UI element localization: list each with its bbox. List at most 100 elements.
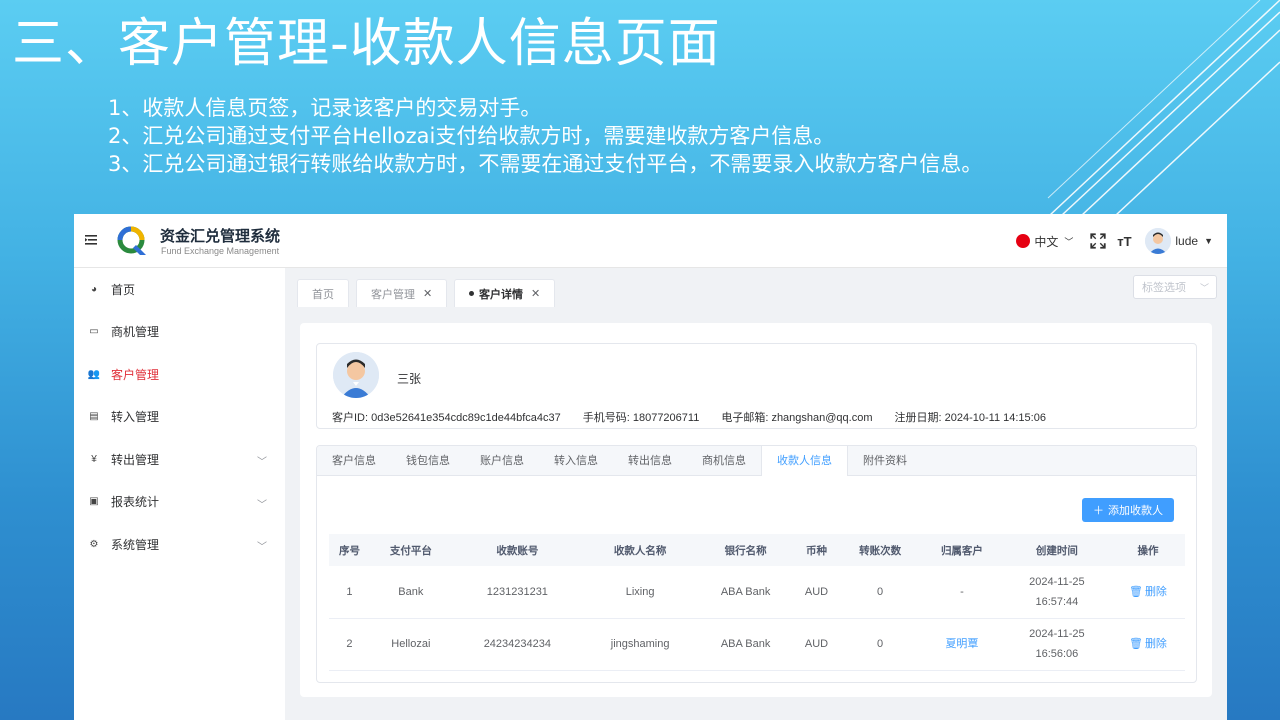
app-window: 资金汇兑管理系统 Fund Exchange Management 中文 ﹀ т… (74, 214, 1227, 720)
slide-bullet-list: 1、收款人信息页签，记录该客户的交易对手。 2、汇兑公司通过支付平台Helloz… (108, 94, 982, 178)
top-right-tools: 中文 ﹀ тT lude ▼ (1016, 214, 1213, 268)
username: lude (1175, 234, 1199, 248)
column-header: 转账次数 (839, 534, 922, 566)
cell-platform: Hellozai (369, 618, 452, 671)
main-content: 三张 客户ID: 0d3e52641e354cdc89c1de44bfca4c3… (300, 323, 1212, 697)
cell-action: 🗑 删除 (1110, 566, 1185, 619)
close-icon[interactable]: ✕ (531, 287, 540, 300)
tab-home[interactable]: 首页 (297, 279, 349, 307)
cell-count: 0 (839, 566, 922, 619)
tab-transfer-out-info[interactable]: 转出信息 (613, 446, 687, 475)
chevron-down-icon: ﹀ (1199, 283, 1209, 293)
customer-detail-tabs-panel: 客户信息 钱包信息 账户信息 转入信息 转出信息 商机信息 收款人信息 附件资料… (316, 445, 1197, 683)
language-switcher[interactable]: 中文 ﹀ (1016, 233, 1073, 250)
customer-id: 客户ID: 0d3e52641e354cdc89c1de44bfca4c37 (332, 412, 561, 424)
tab-customer-detail[interactable]: 客户详情 ✕ (454, 279, 556, 307)
avatar (333, 352, 379, 398)
cell-no: 1 (329, 566, 370, 619)
tab-wallet-info[interactable]: 钱包信息 (391, 446, 465, 475)
files-icon: ▤ (89, 411, 99, 423)
slide-bullet: 2、汇兑公司通过支付平台Hellozai支付给收款方时，需要建收款方客户信息。 (108, 124, 835, 148)
sidebar-item-home[interactable]: ◕ 首页 (74, 268, 285, 311)
cell-bank: ABA Bank (697, 566, 794, 619)
column-header: 序号 (329, 534, 370, 566)
cell-platform: Bank (369, 566, 452, 619)
cell-currency: AUD (793, 566, 840, 619)
font-size-icon[interactable]: тT (1115, 232, 1133, 250)
decorative-lines (1047, 0, 1280, 215)
column-header: 银行名称 (697, 534, 794, 566)
cell-owner: 夏明覃 (921, 618, 1003, 671)
monitor-icon: ▣ (89, 496, 99, 508)
sidebar-item-label: 系统管理 (111, 537, 160, 552)
table-header-row: 序号 支付平台 收款账号 收款人名称 银行名称 币种 转账次数 归属客户 创建时… (329, 534, 1185, 566)
detail-tabs: 客户信息 钱包信息 账户信息 转入信息 转出信息 商机信息 收款人信息 附件资料 (317, 446, 1196, 476)
caret-down-icon: ▼ (1204, 236, 1213, 246)
created-time: 16:56:06 (1035, 648, 1079, 660)
language-label: 中文 (1034, 234, 1059, 249)
column-header: 归属客户 (921, 534, 1003, 566)
cell-payee: jingshaming (582, 618, 698, 671)
tab-label: 客户管理 (371, 288, 415, 301)
customer-meta: 客户ID: 0d3e52641e354cdc89c1de44bfca4c37 手… (332, 409, 1046, 425)
tab-opportunity-info[interactable]: 商机信息 (687, 446, 761, 475)
sidebar-item-label: 报表统计 (111, 495, 160, 510)
book-icon: ▭ (89, 326, 99, 338)
cell-owner: - (921, 566, 1003, 619)
tab-customer-management[interactable]: 客户管理 ✕ (356, 279, 448, 307)
tab-transfer-in-info[interactable]: 转入信息 (539, 446, 613, 475)
delete-label: 删除 (1144, 585, 1167, 598)
avatar (1145, 228, 1172, 254)
gear-icon: ⚙ (89, 538, 99, 550)
page-tabs-bar: 首页 客户管理 ✕ 客户详情 ✕ 标签选项 ﹀ (285, 268, 1227, 310)
china-flag-icon (1016, 234, 1031, 248)
select-placeholder: 标签选项 (1142, 282, 1186, 294)
customer-phone: 手机号码: 18077206711 (582, 412, 700, 424)
tab-account-info[interactable]: 账户信息 (465, 446, 539, 475)
customer-email: 电子邮箱: zhangshan@qq.com (721, 412, 873, 424)
user-menu[interactable]: lude ▼ (1141, 228, 1213, 254)
sidebar-item-label: 商机管理 (111, 325, 160, 340)
cell-bank: ABA Bank (697, 618, 794, 671)
dashboard-icon: ◕ (90, 283, 98, 295)
sidebar-item-transfer-out[interactable]: ¥ 转出管理 ﹀ (74, 438, 285, 481)
created-date: 2024-11-25 (1029, 628, 1085, 640)
tag-options-select[interactable]: 标签选项 ﹀ (1133, 275, 1217, 299)
add-payee-button[interactable]: ＋ 添加收款人 (1082, 498, 1174, 522)
sidebar-item-customer[interactable]: 👥 客户管理 (74, 353, 285, 396)
owner-customer-link[interactable]: 夏明覃 (945, 638, 978, 650)
cell-created: 2024-11-25 16:57:44 (1002, 566, 1111, 619)
delete-button[interactable]: 🗑 删除 (1129, 634, 1167, 654)
cell-action: 🗑 删除 (1110, 618, 1185, 671)
sidebar-item-opportunity[interactable]: ▭ 商机管理 (74, 311, 285, 354)
sidebar-item-system[interactable]: ⚙ 系统管理 ﹀ (74, 523, 285, 566)
tab-attachments[interactable]: 附件资料 (848, 446, 922, 475)
sidebar-item-label: 转出管理 (111, 452, 160, 467)
table-row: 1 Bank 1231231231 Lixing ABA Bank AUD 0 … (329, 566, 1185, 619)
top-navbar: 资金汇兑管理系统 Fund Exchange Management 中文 ﹀ т… (74, 214, 1227, 268)
plus-icon: ＋ (1093, 505, 1104, 517)
sidebar-item-transfer-in[interactable]: ▤ 转入管理 (74, 396, 285, 439)
column-header: 收款人名称 (582, 534, 698, 566)
delete-button[interactable]: 🗑 删除 (1129, 582, 1167, 602)
close-icon[interactable]: ✕ (423, 287, 432, 300)
slide-bullet: 1、收款人信息页签，记录该客户的交易对手。 (108, 96, 542, 120)
table-row: 2 Hellozai 24234234234 jingshaming ABA B… (329, 618, 1185, 671)
cell-no: 2 (329, 618, 370, 671)
chevron-down-icon: ﹀ (257, 499, 267, 511)
cell-account: 24234234234 (451, 618, 583, 671)
chevron-down-icon: ﹀ (257, 457, 267, 468)
customer-register-date: 注册日期: 2024-10-11 14:15:06 (894, 412, 1046, 424)
fullscreen-icon[interactable] (1089, 232, 1107, 250)
column-header: 收款账号 (451, 534, 583, 566)
tab-label: 客户详情 (479, 288, 523, 301)
tab-payee-info[interactable]: 收款人信息 (761, 446, 848, 476)
sidebar-item-reports[interactable]: ▣ 报表统计 ﹀ (74, 481, 285, 524)
trash-icon: 🗑 (1128, 585, 1143, 598)
sidebar-item-label: 转入管理 (111, 410, 160, 425)
delete-label: 删除 (1144, 638, 1167, 650)
menu-fold-icon[interactable] (85, 233, 99, 247)
tab-customer-info[interactable]: 客户信息 (317, 446, 391, 475)
customer-profile-card: 三张 客户ID: 0d3e52641e354cdc89c1de44bfca4c3… (316, 343, 1197, 429)
chevron-down-icon: ﹀ (1064, 236, 1074, 247)
